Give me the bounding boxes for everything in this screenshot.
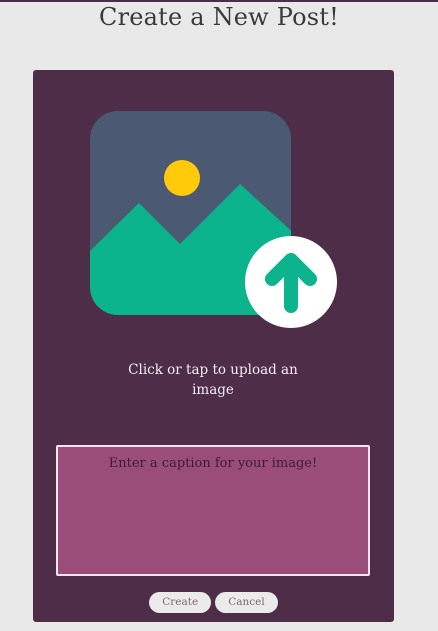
page-title: Create a New Post! [99, 3, 339, 31]
upload-prompt[interactable]: Click or tap to upload an image [128, 360, 298, 400]
image-upload-icon [90, 111, 337, 328]
caption-input[interactable] [56, 445, 370, 576]
create-button[interactable]: Create [149, 592, 212, 613]
cancel-button[interactable]: Cancel [215, 592, 278, 613]
form-actions: Create Cancel [33, 592, 394, 613]
image-upload-dropzone[interactable] [89, 110, 339, 330]
sun-shape [164, 160, 200, 196]
create-post-card: Click or tap to upload an image Create C… [33, 70, 394, 622]
